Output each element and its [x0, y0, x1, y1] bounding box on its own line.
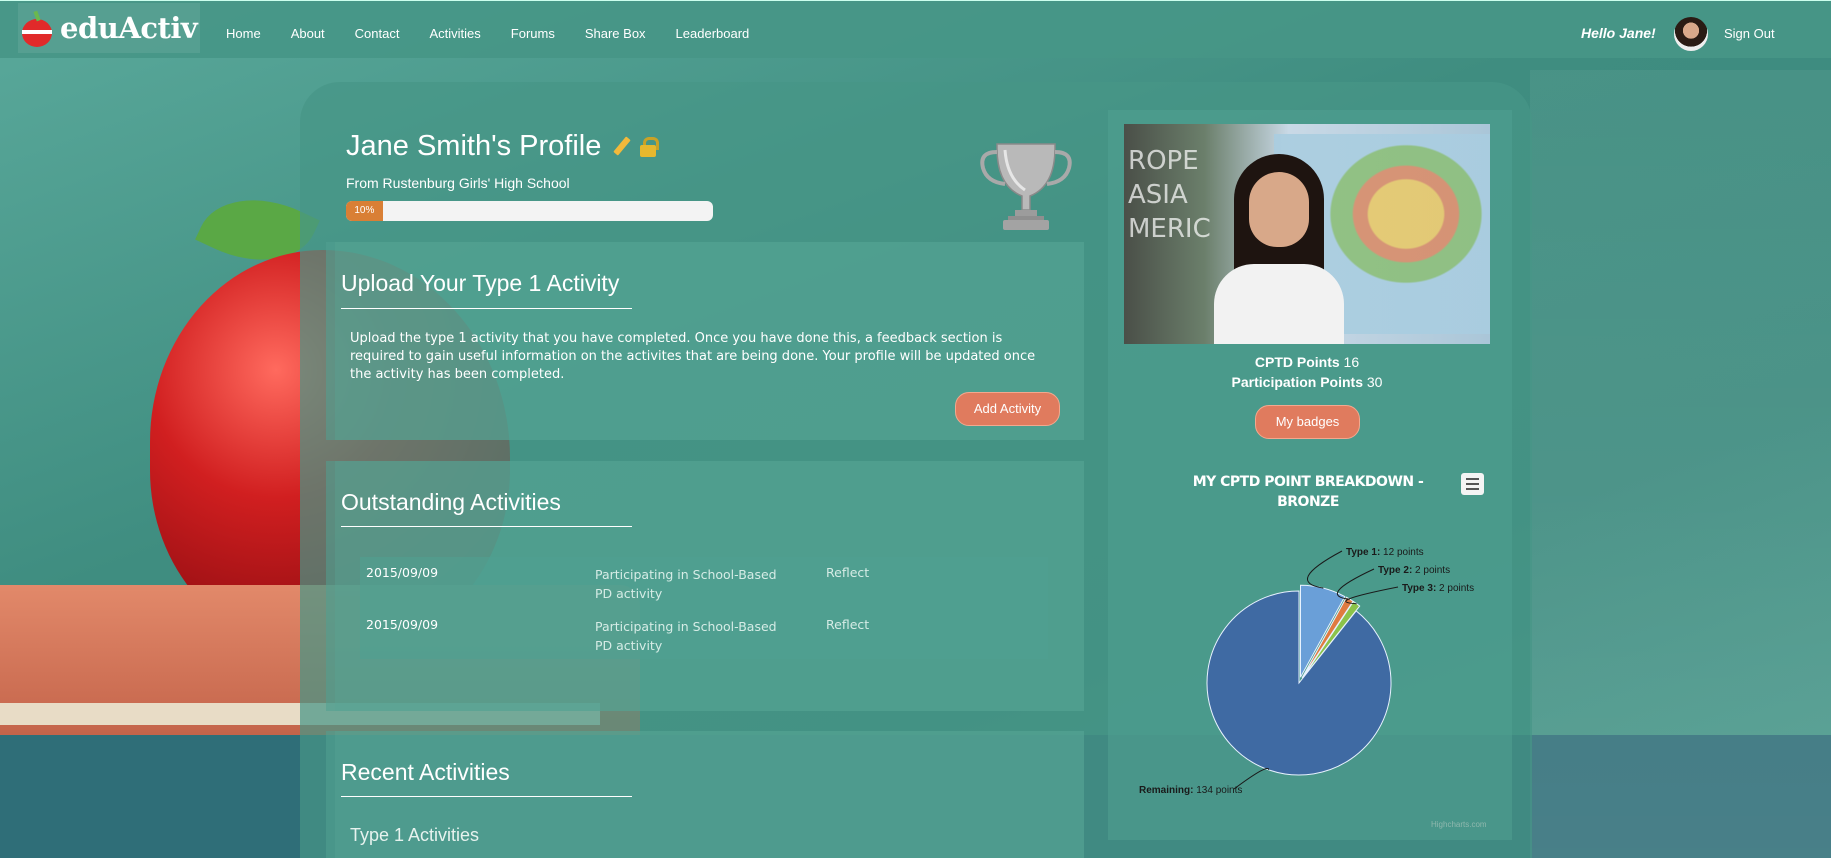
points-summary: CPTD Points 16 Participation Points 30 — [1124, 352, 1490, 392]
activity-name: Participating in School-Based PD activit… — [595, 567, 777, 601]
upload-section: Upload Your Type 1 Activity Upload the t… — [326, 242, 1084, 440]
chart-menu-icon[interactable] — [1461, 473, 1484, 495]
user-avatar[interactable] — [1674, 17, 1708, 51]
brand-name: eduActiv — [60, 11, 198, 45]
pie-connector — [1336, 568, 1375, 600]
lock-icon[interactable] — [639, 136, 660, 157]
progress-fill: 10% — [346, 201, 383, 221]
recent-title: Recent Activities — [341, 759, 510, 785]
brand-logo[interactable]: eduActiv — [18, 3, 200, 53]
pie-label: Remaining: 134 points — [1139, 785, 1242, 796]
profile-header: Jane Smith's Profile — [346, 130, 660, 163]
user-greeting: Hello Jane! — [1581, 25, 1656, 41]
type1-subheading: Type 1 Activities — [350, 825, 480, 845]
add-activity-button[interactable]: Add Activity — [955, 392, 1060, 426]
table-row: 2015/09/09 Participating in School-Based… — [366, 617, 1046, 661]
cptd-points-label: CPTD Points — [1254, 354, 1340, 370]
participation-points-label: Participation Points — [1231, 374, 1363, 390]
pie-connector — [1306, 550, 1343, 589]
upload-title: Upload Your Type 1 Activity — [341, 270, 620, 296]
nav-contact[interactable]: Contact — [355, 26, 400, 41]
nav-share-box[interactable]: Share Box — [585, 26, 646, 41]
page-title: Jane Smith's Profile — [346, 130, 602, 162]
nav-home[interactable]: Home — [226, 26, 261, 41]
profile-progress-bar: 10% — [346, 201, 713, 221]
my-badges-button[interactable]: My badges — [1255, 405, 1360, 439]
pie-slice-remaining[interactable] — [1206, 590, 1392, 776]
participation-points-value: 30 — [1366, 374, 1383, 390]
nav-about[interactable]: About — [291, 26, 325, 41]
activity-date: 2015/09/09 — [366, 565, 439, 580]
nav-leaderboard[interactable]: Leaderboard — [676, 26, 750, 41]
outstanding-table: 2015/09/09 Participating in School-Based… — [360, 557, 1048, 659]
nav-forums[interactable]: Forums — [511, 26, 555, 41]
main-nav: Home About Contact Activities Forums Sha… — [226, 26, 779, 41]
nav-activities[interactable]: Activities — [429, 26, 480, 41]
activity-date: 2015/09/09 — [366, 617, 439, 632]
outstanding-title: Outstanding Activities — [341, 489, 561, 515]
chart-credit[interactable]: Highcharts.com — [1431, 820, 1487, 829]
reflect-link[interactable]: Reflect — [826, 617, 869, 632]
pie-label: Type 1: 12 points — [1346, 547, 1424, 558]
pie-label: Type 2: 2 points — [1378, 565, 1450, 576]
upload-description: Upload the type 1 activity that you have… — [350, 331, 1036, 382]
profile-photo: ROPE ASIA MERIC — [1124, 124, 1490, 344]
pie-label: Type 3: 2 points — [1402, 583, 1474, 594]
cptd-pie-chart: Type 1: 12 points Type 2: 2 points Type 3:… — [1139, 547, 1474, 796]
table-row: 2015/09/09 Participating in School-Based… — [366, 565, 1046, 609]
sign-out-link[interactable]: Sign Out — [1724, 26, 1775, 41]
cptd-points-value: 16 — [1343, 354, 1360, 370]
outstanding-section: Outstanding Activities 2015/09/09 Partic… — [326, 461, 1084, 711]
trophy-icon — [980, 143, 1072, 230]
top-navbar: eduActiv Home About Contact Activities F… — [0, 0, 1831, 58]
apple-logo-icon — [20, 10, 54, 47]
school-name: From Rustenburg Girls' High School — [346, 175, 570, 191]
reflect-link[interactable]: Reflect — [826, 565, 869, 580]
activity-name: Participating in School-Based PD activit… — [595, 619, 777, 653]
edit-pencil-icon[interactable] — [613, 136, 631, 158]
chart-title: MY CPTD POINT BREAKDOWN - BRONZE — [1192, 474, 1424, 510]
